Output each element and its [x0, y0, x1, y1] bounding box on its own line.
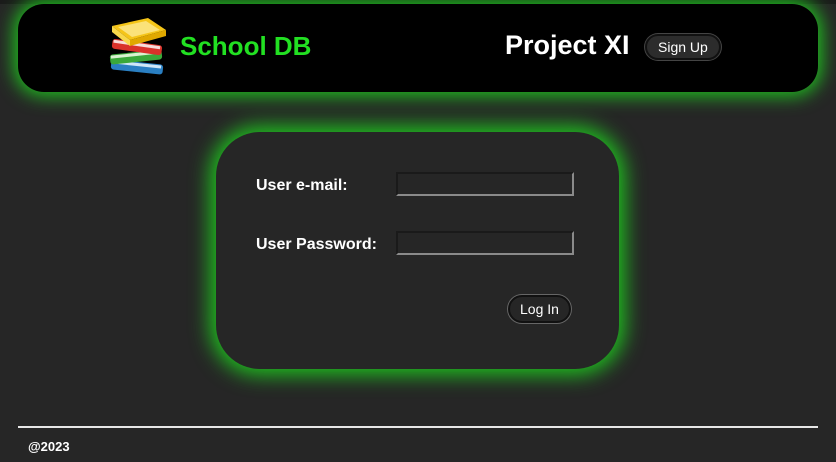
password-label: User Password: [256, 236, 377, 253]
sign-up-button[interactable]: Sign Up [645, 34, 721, 60]
password-field[interactable] [396, 231, 574, 255]
app-title: School DB [180, 31, 312, 61]
email-label: User e-mail: [256, 177, 348, 194]
email-field[interactable] [396, 172, 574, 196]
books-icon [109, 18, 166, 75]
copyright-text: @2023 [28, 439, 70, 454]
log-in-button[interactable]: Log In [508, 295, 571, 323]
login-card: User e-mail: User Password: Log In [216, 132, 619, 369]
footer-divider [18, 426, 818, 428]
site-header: School DB Project XI Sign Up [18, 4, 818, 92]
project-title: Project XI [505, 30, 630, 60]
